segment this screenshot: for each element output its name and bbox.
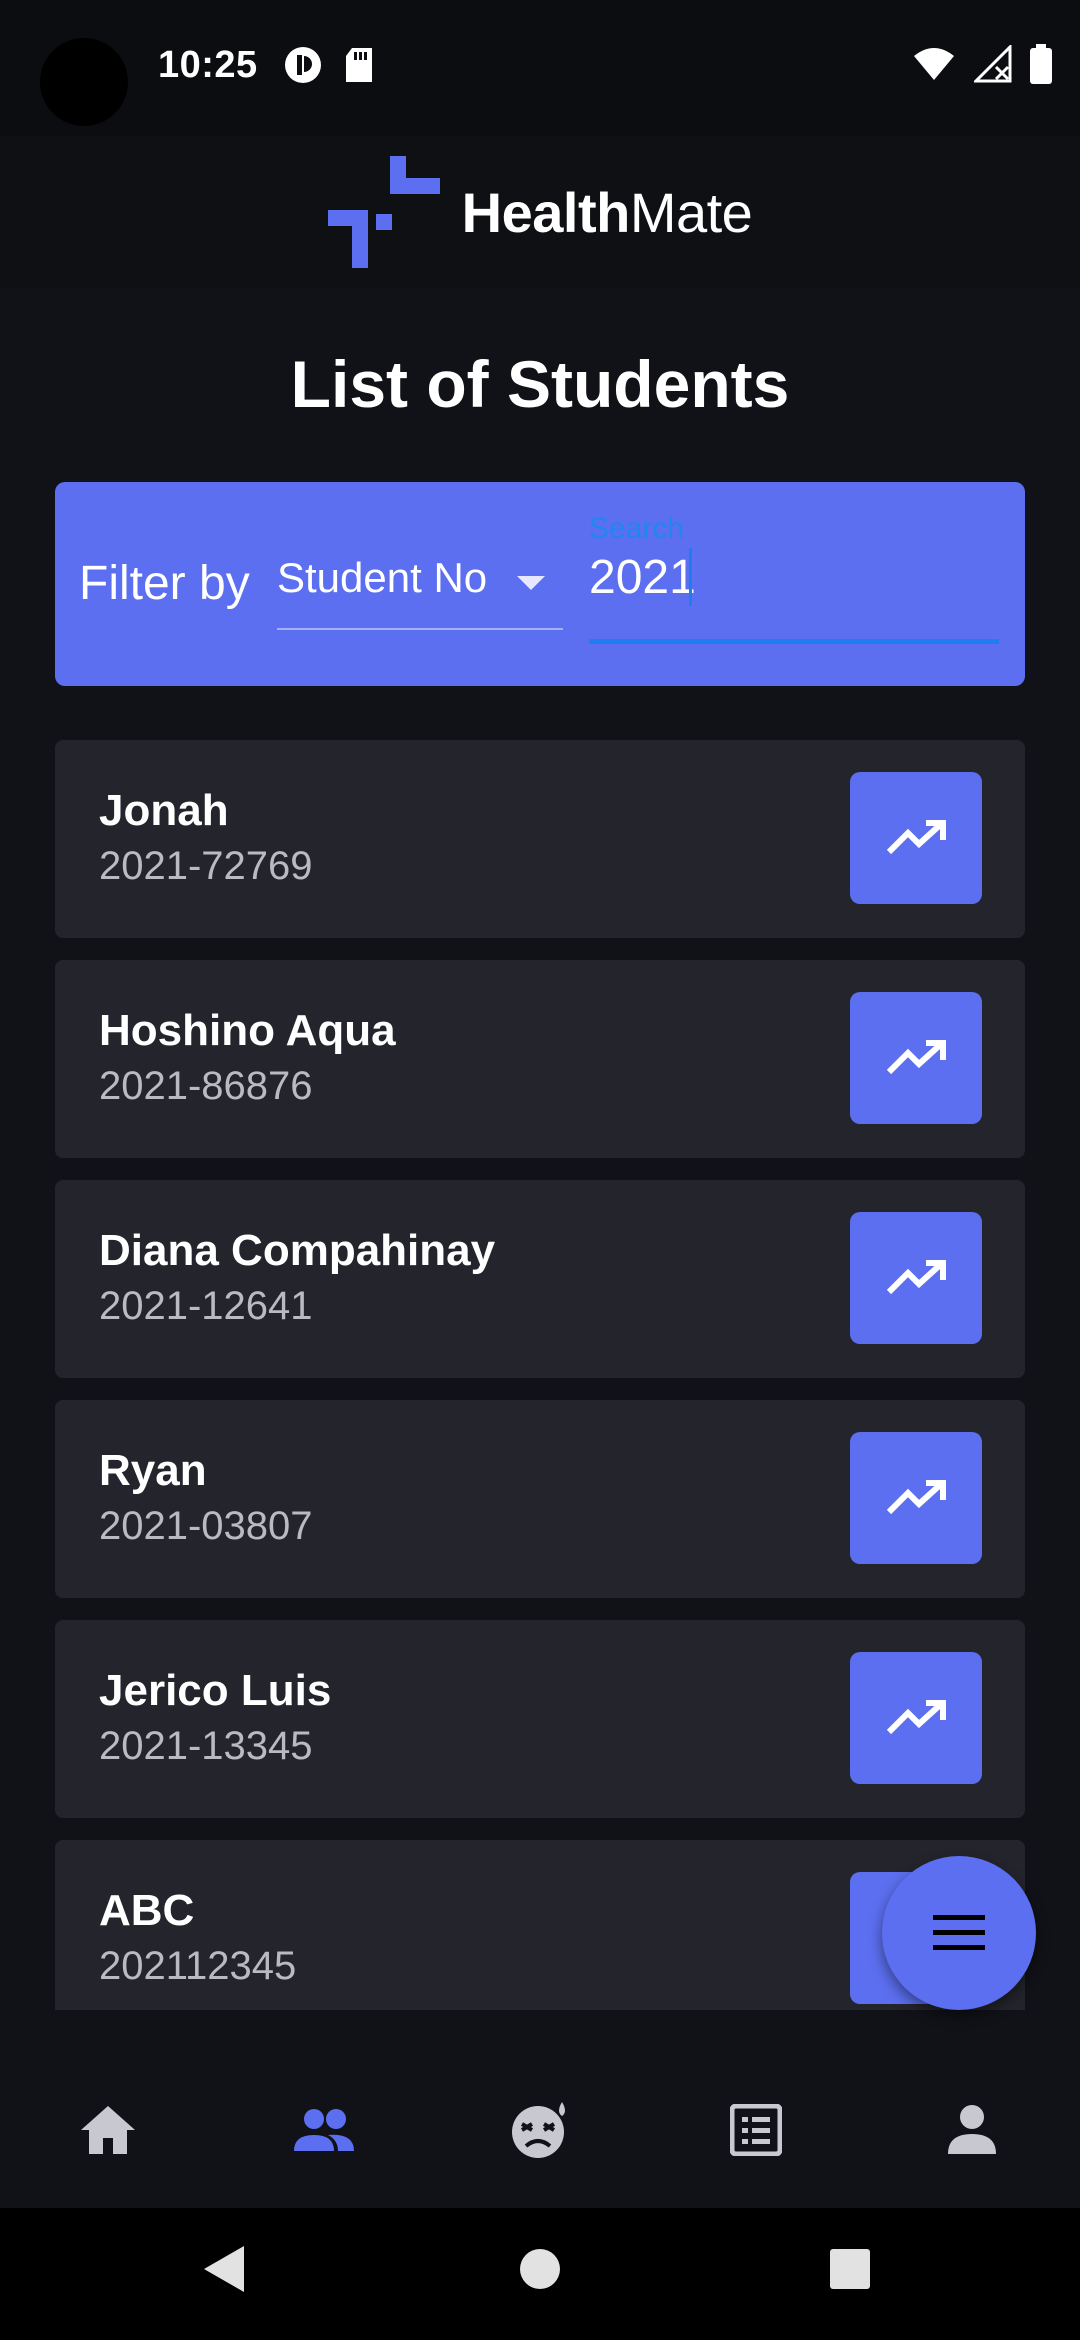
student-name: Jerico Luis (99, 1666, 332, 1715)
back-icon[interactable] (202, 2244, 246, 2294)
app-notification-icon (285, 47, 321, 83)
nav-profile[interactable] (936, 2094, 1008, 2166)
sick-face-icon (512, 2102, 565, 2158)
student-name: Diana Compahinay (99, 1226, 496, 1275)
home-button-icon[interactable] (518, 2244, 562, 2294)
home-icon (81, 2106, 135, 2154)
menu-icon (933, 1915, 985, 1950)
student-card[interactable]: Hoshino Aqua 2021-86876 (55, 960, 1025, 1158)
student-number: 202112345 (99, 1944, 297, 1988)
search-input[interactable]: Search 2021 (589, 512, 999, 644)
student-number: 2021-12641 (99, 1284, 313, 1328)
student-card[interactable]: Diana Compahinay 2021-12641 (55, 1180, 1025, 1378)
search-value: 2021 (589, 551, 696, 604)
status-time: 10:25 (158, 44, 258, 86)
battery-icon (1030, 44, 1052, 84)
filter-dropdown[interactable]: Student No (277, 542, 563, 630)
filter-dropdown-value: Student No (277, 554, 488, 601)
trending-up-icon (886, 1040, 946, 1075)
status-notification-icons (284, 46, 374, 84)
status-system-icons (912, 44, 1052, 84)
brand-name-light: Mate (629, 180, 753, 244)
dropdown-arrow-icon (517, 576, 545, 590)
student-list[interactable]: Jonah 2021-72769 Hoshino Aqua 2021-86876… (55, 740, 1025, 2010)
nav-home[interactable] (72, 2094, 144, 2166)
trending-up-icon (886, 1480, 946, 1515)
text-cursor (689, 548, 692, 606)
student-name: Jonah (99, 786, 229, 835)
view-trend-button[interactable] (850, 1652, 982, 1784)
recents-icon[interactable] (828, 2244, 872, 2294)
student-name: Ryan (99, 1446, 207, 1495)
student-number: 2021-72769 (99, 844, 313, 888)
student-card[interactable]: Ryan 2021-03807 (55, 1400, 1025, 1598)
brand-name: HealthMate (462, 180, 753, 245)
view-trend-button[interactable] (850, 992, 982, 1124)
cell-signal-icon (974, 45, 1012, 83)
list-icon (730, 2104, 782, 2156)
student-card[interactable]: Jerico Luis 2021-13345 (55, 1620, 1025, 1818)
brand-name-bold: Health (461, 180, 631, 244)
page-title: List of Students (290, 347, 790, 421)
nav-records[interactable] (720, 2094, 792, 2166)
menu-fab-button[interactable] (882, 1856, 1036, 2010)
healthmate-logo-icon (327, 156, 440, 268)
filter-label: Filter by (79, 557, 250, 610)
student-card[interactable]: ABC 202112345 (55, 1840, 1025, 2010)
filter-card: Filter by Student No Search 2021 (55, 482, 1025, 686)
student-number: 2021-86876 (99, 1064, 313, 1108)
sd-card-icon (346, 48, 372, 82)
nav-symptoms[interactable] (504, 2094, 576, 2166)
app-header: HealthMate (0, 136, 1080, 288)
student-card[interactable]: Jonah 2021-72769 (55, 740, 1025, 938)
view-trend-button[interactable] (850, 772, 982, 904)
trending-up-icon (886, 1260, 946, 1295)
person-icon (948, 2105, 996, 2154)
bottom-nav (0, 2044, 1080, 2208)
view-trend-button[interactable] (850, 1432, 982, 1564)
nav-students[interactable] (288, 2094, 360, 2166)
view-trend-button[interactable] (850, 1212, 982, 1344)
student-name: ABC (99, 1886, 195, 1935)
people-icon (294, 2109, 354, 2151)
system-nav-bar (0, 2208, 1080, 2340)
student-number: 2021-03807 (99, 1504, 313, 1548)
trending-up-icon (886, 1700, 946, 1735)
status-bar: 10:25 (0, 0, 1080, 136)
student-number: 2021-13345 (99, 1724, 313, 1768)
trending-up-icon (886, 820, 946, 855)
student-name: Hoshino Aqua (99, 1006, 396, 1055)
wifi-icon (914, 48, 954, 80)
camera-cutout (40, 38, 128, 126)
search-label: Search (589, 512, 685, 545)
